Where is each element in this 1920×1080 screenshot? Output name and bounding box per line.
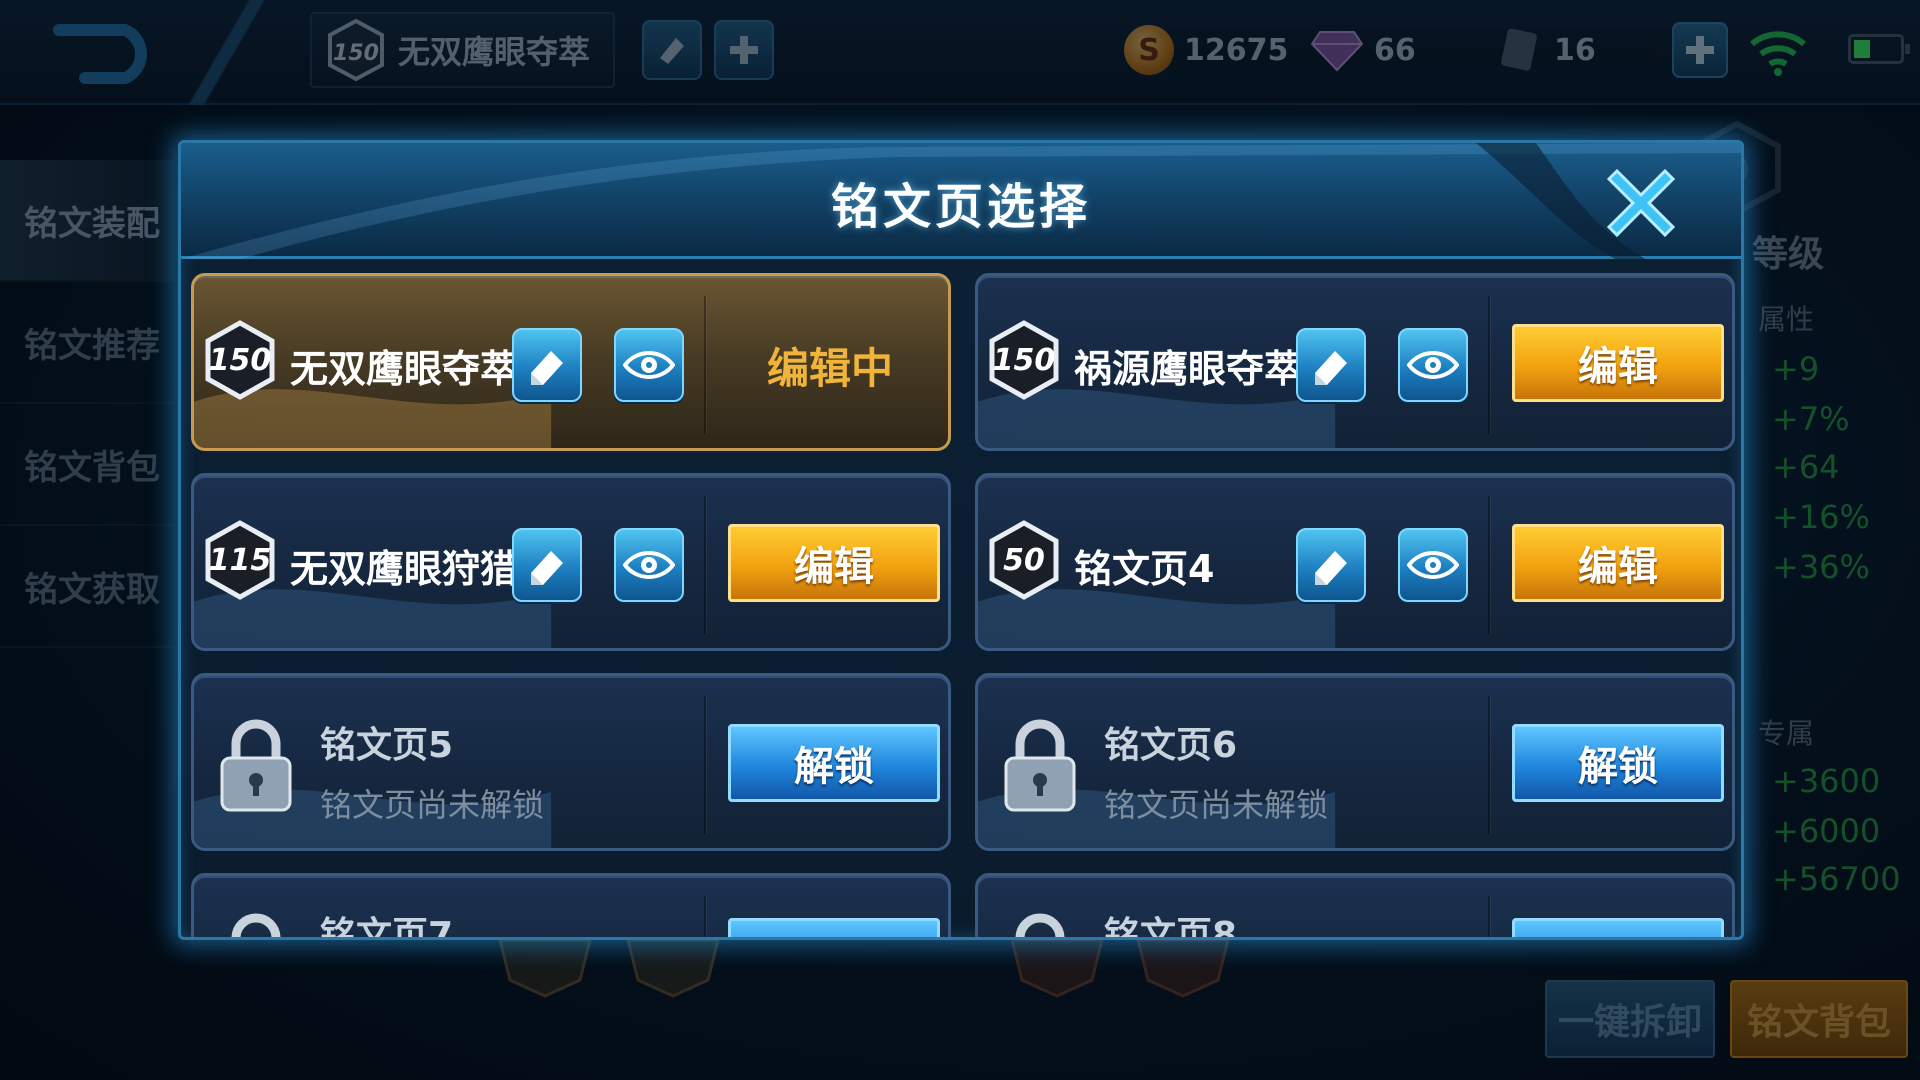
eye-icon [623, 551, 675, 579]
page-level: 50 [1003, 542, 1045, 578]
rune-page-card[interactable]: 150 无双鹰眼夺萃 编辑中 [191, 273, 951, 451]
page-level: 150 [992, 342, 1056, 378]
rune-page-card-locked: 铭文页7 [191, 873, 951, 940]
rune-page-select-dialog: 铭文页选择 150 无双鹰眼夺萃 编辑中 150 祸源鹰眼夺萃 编辑 115 无… [178, 140, 1744, 940]
unlock-button[interactable] [728, 918, 940, 937]
level-badge: 50 [988, 520, 1060, 600]
locked-hint: 铭文页尚未解锁 [320, 786, 545, 824]
edit-button[interactable]: 编辑 [1512, 524, 1724, 602]
pencil-icon [531, 351, 563, 385]
lock-icon [1015, 913, 1065, 937]
edit-button[interactable]: 编辑 [728, 524, 940, 602]
unlock-button[interactable]: 解锁 [728, 724, 940, 802]
level-badge: 115 [204, 520, 276, 600]
level-badge: 150 [204, 320, 276, 400]
preview-button[interactable] [614, 528, 684, 602]
eye-icon [623, 351, 675, 379]
rune-page-grid: 150 无双鹰眼夺萃 编辑中 150 祸源鹰眼夺萃 编辑 115 无双鹰眼狩猎 … [191, 273, 1737, 940]
page-level: 115 [208, 542, 272, 578]
rune-page-card[interactable]: 115 无双鹰眼狩猎 编辑 [191, 473, 951, 651]
unlock-button[interactable] [1512, 918, 1724, 937]
rename-button[interactable] [512, 528, 582, 602]
preview-button[interactable] [1398, 528, 1468, 602]
lock-icon [1004, 719, 1076, 812]
page-name: 祸源鹰眼夺萃 [1074, 347, 1303, 391]
page-name: 铭文页7 [320, 915, 454, 940]
preview-button[interactable] [1398, 328, 1468, 402]
eye-icon [1407, 551, 1459, 579]
rename-button[interactable] [512, 328, 582, 402]
page-name: 无双鹰眼夺萃 [290, 347, 519, 391]
rune-page-card-locked: 铭文页6 铭文页尚未解锁 解锁 [975, 673, 1735, 851]
editing-status: 编辑中 [766, 343, 893, 393]
page-name: 铭文页5 [320, 725, 454, 766]
locked-hint: 铭文页尚未解锁 [1104, 786, 1329, 824]
page-level: 150 [208, 342, 272, 378]
page-name: 铭文页8 [1104, 915, 1238, 940]
dialog-header: 铭文页选择 [181, 143, 1741, 259]
rename-button[interactable] [1296, 328, 1366, 402]
level-badge: 150 [988, 320, 1060, 400]
rename-button[interactable] [1296, 528, 1366, 602]
rune-page-card[interactable]: 150 祸源鹰眼夺萃 编辑 [975, 273, 1735, 451]
game-screen: 150 无双鹰眼夺萃 S 12675 66 16 铭文装配 铭文推荐 铭文背包 … [0, 0, 1920, 1080]
lock-icon [231, 913, 281, 937]
rune-page-card-locked: 铭文页8 [975, 873, 1735, 940]
eye-icon [1407, 351, 1459, 379]
pencil-icon [531, 551, 563, 585]
page-name: 铭文页4 [1074, 547, 1215, 591]
rune-page-card[interactable]: 50 铭文页4 编辑 [975, 473, 1735, 651]
close-x-icon [1606, 168, 1676, 238]
page-name: 铭文页6 [1104, 725, 1238, 766]
preview-button[interactable] [614, 328, 684, 402]
edit-button[interactable]: 编辑 [1512, 324, 1724, 402]
dialog-title: 铭文页选择 [830, 179, 1091, 235]
lock-icon [220, 719, 292, 812]
rune-page-card-locked: 铭文页5 铭文页尚未解锁 解锁 [191, 673, 951, 851]
pencil-icon [1315, 351, 1347, 385]
close-button[interactable] [1595, 157, 1687, 249]
pencil-icon [1315, 551, 1347, 585]
unlock-button[interactable]: 解锁 [1512, 724, 1724, 802]
page-name: 无双鹰眼狩猎 [290, 547, 519, 591]
